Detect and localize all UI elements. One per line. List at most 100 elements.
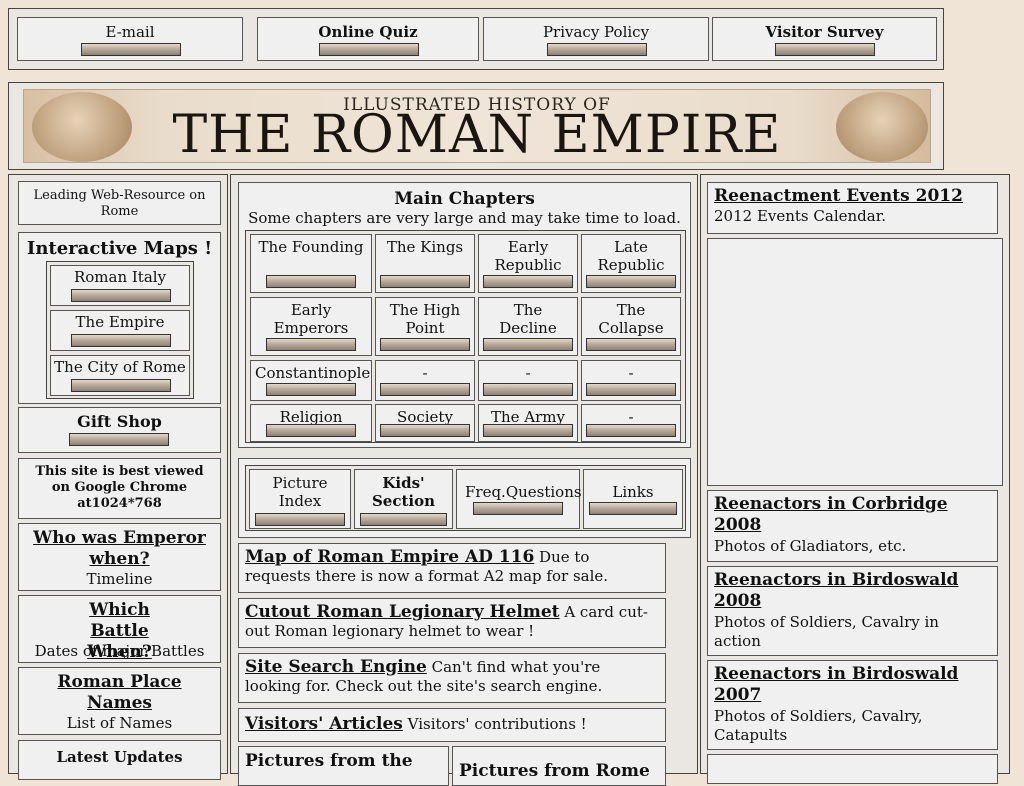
birdoswald-2008-link[interactable]: Reenactors in Birdoswald 2008 [714,570,958,611]
chapter-button[interactable] [586,338,676,351]
visitor-survey-label: Visitor Survey [765,23,884,41]
banner-title: THE ROMAN EMPIRE [172,105,782,163]
battles-box: Which Battle When? Dates of major Battle… [18,595,221,663]
chapter-button[interactable] [380,424,470,437]
privacy-policy-link[interactable]: Privacy Policy [483,17,709,61]
map-city-of-rome-button[interactable] [71,379,171,392]
gift-shop-box[interactable]: Gift Shop [18,407,221,453]
site-search-link[interactable]: Site Search Engine [245,657,427,677]
chapter-button[interactable] [483,424,573,437]
email-label: E-mail [105,23,155,41]
chapter-blank-2-3[interactable]: - [581,360,681,401]
article-map: Map of Roman Empire AD 116 Due to reques… [238,543,666,593]
map-the-empire-button[interactable] [71,334,171,347]
reenactment-events-link[interactable]: Reenactment Events 2012 [714,186,963,206]
map-roman-italy-button[interactable] [71,289,171,302]
chapter-button[interactable] [483,338,573,351]
extra-kids-section[interactable]: Kids' Section [354,469,453,529]
extra-freq-questions[interactable]: Freq.Questions [456,469,582,529]
visitors-articles-link[interactable]: Visitors' Articles [245,714,403,734]
extra-links[interactable]: Links [583,469,683,529]
chapter-button[interactable] [266,275,356,288]
chapter-early-emperors-1-0[interactable]: Early Emperors [250,297,372,356]
privacy-policy-label: Privacy Policy [542,23,650,41]
chapter-blank-2-1[interactable]: - [375,360,475,401]
right-next-box [707,754,998,784]
chapter-button[interactable] [586,424,676,437]
map-of-empire-link[interactable]: Map of Roman Empire AD 116 [245,547,534,567]
helmet-link[interactable]: Cutout Roman Legionary Helmet [245,602,560,622]
chapter-the-high-point-1-1[interactable]: The High Point [375,297,475,356]
emperor-timeline-box: Who was Emperor when? Timeline [18,523,221,591]
banner: ILLUSTRATED HISTORY OF THE ROMAN EMPIRE [8,82,944,170]
chapter-the-army-3-2[interactable]: The Army [478,404,578,442]
chapter-button[interactable] [483,383,573,396]
chapter-label: Late Republic [597,238,665,274]
extra-picture-index[interactable]: Picture Index [249,469,351,529]
extras-box: Picture Index Kids' Section Freq.Questions… [238,458,691,538]
chapter-button[interactable] [380,383,470,396]
visitor-survey-button[interactable] [775,43,875,56]
pictures-left-box: Pictures from the [238,746,449,786]
place-names-text: List of Names [66,714,173,732]
chapter-constantinople-2-0[interactable]: Constantinople [250,360,372,401]
corbridge-2008-text: Photos of Gladiators, etc. [714,537,907,555]
battles-text: Dates of major Battles [34,642,205,660]
privacy-policy-button[interactable] [547,43,647,56]
map-city-of-rome[interactable]: The City of Rome [50,355,190,396]
article-search: Site Search Engine Can't find what you'r… [238,653,666,703]
map-roman-italy-label: Roman Italy [73,268,167,286]
map-the-empire[interactable]: The Empire [50,310,190,351]
chapter-label: Constantinople [255,364,371,382]
top-nav: E-mail Online Quiz Privacy Policy Visito… [8,8,944,70]
main-chapters-subtitle: Some chapters are very large and may tak… [248,209,681,227]
chapter-button[interactable] [266,383,356,396]
chapter-button[interactable] [266,424,356,437]
chapter-button[interactable] [586,383,676,396]
chapter-society-3-1[interactable]: Society [375,404,475,442]
chapter-religion-3-0[interactable]: Religion [250,404,372,442]
chapter-blank-2-2[interactable]: - [478,360,578,401]
who-was-emperor-link[interactable]: Who was Emperor when? [33,528,206,569]
online-quiz-label: Online Quiz [318,23,418,41]
map-roman-italy[interactable]: Roman Italy [50,265,190,306]
visitor-survey-link[interactable]: Visitor Survey [712,17,937,61]
chapter-late-republic-0-3[interactable]: Late Republic [581,234,681,293]
extra-button[interactable] [473,502,563,515]
gift-shop-button[interactable] [69,433,169,446]
corbridge-2008-link[interactable]: Reenactors in Corbridge 2008 [714,494,948,535]
chapter-button[interactable] [380,275,470,288]
chapter-blank-3-3[interactable]: - [581,404,681,442]
visitors-articles-text: Visitors' contributions ! [402,715,587,733]
email-link[interactable]: E-mail [17,17,243,61]
extra-label: Picture Index [272,474,328,510]
chapter-the-founding-0-0[interactable]: The Founding [250,234,372,293]
chapter-the-kings-0-1[interactable]: The Kings [375,234,475,293]
chapter-label: Early Republic [494,238,562,274]
chapter-button[interactable] [380,338,470,351]
chapter-the-collapse-1-3[interactable]: The Collapse [581,297,681,356]
extra-button[interactable] [360,513,447,526]
roman-place-names-link[interactable]: Roman Place Names [57,672,181,713]
email-button[interactable] [81,43,181,56]
chapter-the-decline-1-2[interactable]: The Decline [478,297,578,356]
chapters-grid: The Founding The Kings Early Republic Late … [245,230,686,443]
online-quiz-button[interactable] [319,43,419,56]
article-visitors: Visitors' Articles Visitors' contributio… [238,708,666,742]
latest-updates-box: Latest Updates [18,740,221,780]
extra-button[interactable] [589,502,677,515]
chapter-button[interactable] [266,338,356,351]
chapter-button[interactable] [483,275,573,288]
reenactment-events-box: Reenactment Events 2012 2012 Events Cale… [707,182,998,234]
right-column: Reenactment Events 2012 2012 Events Cale… [700,174,1010,784]
extra-button[interactable] [255,513,345,526]
online-quiz-link[interactable]: Online Quiz [257,17,479,61]
chapter-early-republic-0-2[interactable]: Early Republic [478,234,578,293]
map-city-of-rome-label: The City of Rome [54,358,186,376]
corbridge-2008-box: Reenactors in Corbridge 2008 Photos of G… [707,490,998,562]
chapter-label: The High Point [389,301,461,337]
birdoswald-2007-link[interactable]: Reenactors in Birdoswald 2007 [714,664,958,705]
chapter-button[interactable] [586,275,676,288]
interactive-maps-title: Interactive Maps ! [26,238,213,259]
birdoswald-2008-text: Photos of Soldiers, Cavalry in action [714,613,939,650]
